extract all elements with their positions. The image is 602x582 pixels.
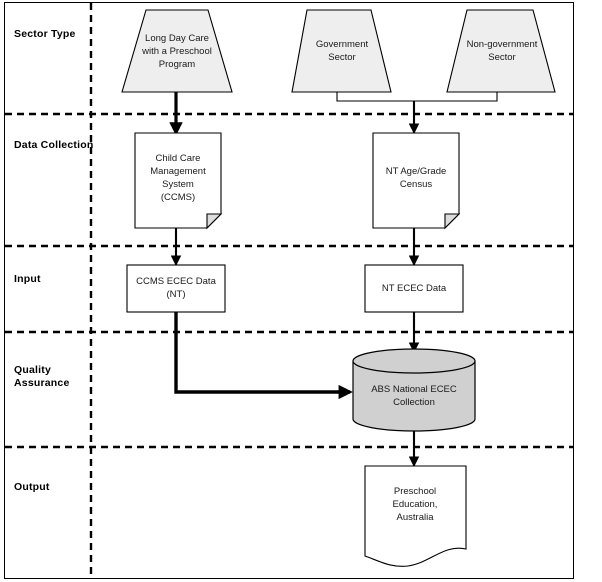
node-ccms[interactable] [134, 132, 223, 230]
node-ccms-ecec-data-nt[interactable] [126, 264, 226, 313]
node-abs-national-ecec-collection[interactable] [352, 348, 476, 432]
flowchart-diagram: Sector Type Data Collection Input Qualit… [0, 0, 602, 582]
flowchart-canvas [4, 2, 574, 579]
swimlane-label-data-collection: Data Collection [14, 139, 94, 151]
node-nt-ecec-data[interactable] [364, 264, 464, 313]
swimlane-label-quality-assurance: Quality Assurance [14, 364, 70, 389]
node-nt-age-grade-census[interactable] [372, 132, 461, 230]
swimlane-label-output: Output [14, 481, 50, 493]
swimlane-label-input: Input [14, 273, 41, 285]
swimlane-label-sector-type: Sector Type [14, 28, 76, 40]
